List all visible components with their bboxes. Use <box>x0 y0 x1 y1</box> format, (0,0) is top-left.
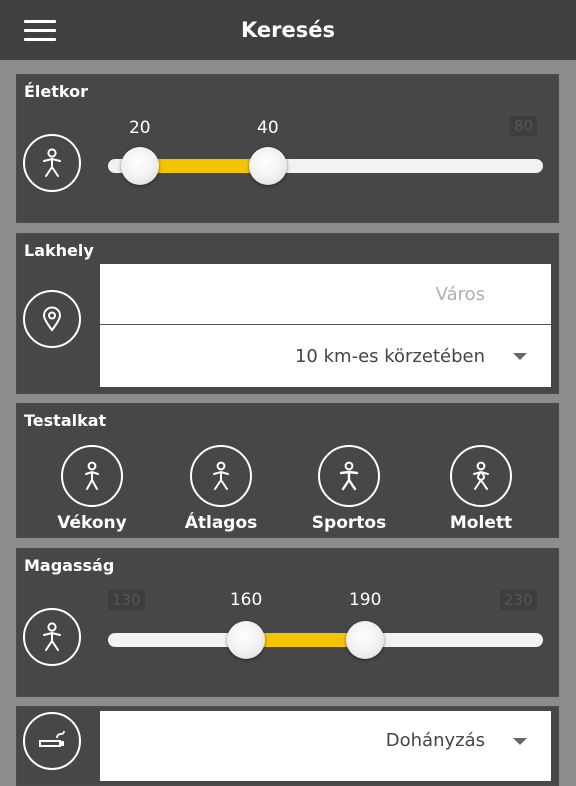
smoking-select-value: Dohányzás <box>385 730 485 751</box>
age-slider-track[interactable] <box>108 159 543 173</box>
body-type-label: Molett <box>449 513 513 533</box>
age-max-label: 80 <box>510 116 538 136</box>
page-title: Keresés <box>241 18 335 42</box>
location-pin-icon <box>23 290 81 348</box>
age-high-value: 40 <box>257 118 279 138</box>
age-title: Életkor <box>24 82 89 101</box>
curvy-person-icon <box>450 445 512 507</box>
height-low-value: 160 <box>229 590 263 610</box>
chevron-down-icon <box>513 738 527 745</box>
top-bar: Keresés <box>0 0 576 60</box>
location-box: Város 10 km-es körzetében <box>100 264 551 387</box>
height-low-handle[interactable] <box>227 621 266 659</box>
age-low-value: 20 <box>128 118 151 138</box>
body-type-option-vekony[interactable]: Vékony <box>37 445 147 533</box>
cigarette-icon <box>23 712 81 770</box>
radius-select[interactable]: 10 km-es körzetében <box>100 326 551 387</box>
city-input[interactable]: Város <box>100 264 551 325</box>
chevron-down-icon <box>513 353 527 360</box>
body-type-option-sportos[interactable]: Sportos <box>294 445 404 533</box>
body-type-label: Átlagos <box>184 513 258 533</box>
location-title: Lakhely <box>24 241 94 260</box>
smoking-card: Dohányzás <box>16 706 559 786</box>
body-type-option-atlagos[interactable]: Átlagos <box>166 445 276 533</box>
body-type-label: Sportos <box>311 513 387 533</box>
age-high-handle[interactable] <box>248 147 287 185</box>
age-card: Életkor 80 20 40 <box>16 74 559 223</box>
person-icon <box>23 608 81 666</box>
height-card: Magasság 130 230 160 190 <box>16 548 559 697</box>
body-type-label: Vékony <box>57 513 127 533</box>
height-max-label: 230 <box>500 590 537 610</box>
smoking-select[interactable]: Dohányzás <box>100 711 551 781</box>
height-title: Magasság <box>24 556 115 575</box>
age-low-handle[interactable] <box>120 147 159 185</box>
height-high-handle[interactable] <box>346 621 385 659</box>
location-card: Lakhely Város 10 km-es körzetében <box>16 233 559 394</box>
height-slider-track[interactable] <box>108 633 543 647</box>
average-person-icon <box>190 445 252 507</box>
radius-select-value: 10 km-es körzetében <box>294 346 485 367</box>
body-type-card: Testalkat Vékony Átlagos Sportos Molett <box>16 403 559 538</box>
body-type-option-molett[interactable]: Molett <box>426 445 536 533</box>
athletic-person-icon <box>318 445 380 507</box>
height-high-value: 190 <box>348 590 382 610</box>
slim-person-icon <box>61 445 123 507</box>
body-type-title: Testalkat <box>24 411 107 430</box>
height-min-label: 130 <box>108 590 145 610</box>
person-icon <box>23 134 81 192</box>
